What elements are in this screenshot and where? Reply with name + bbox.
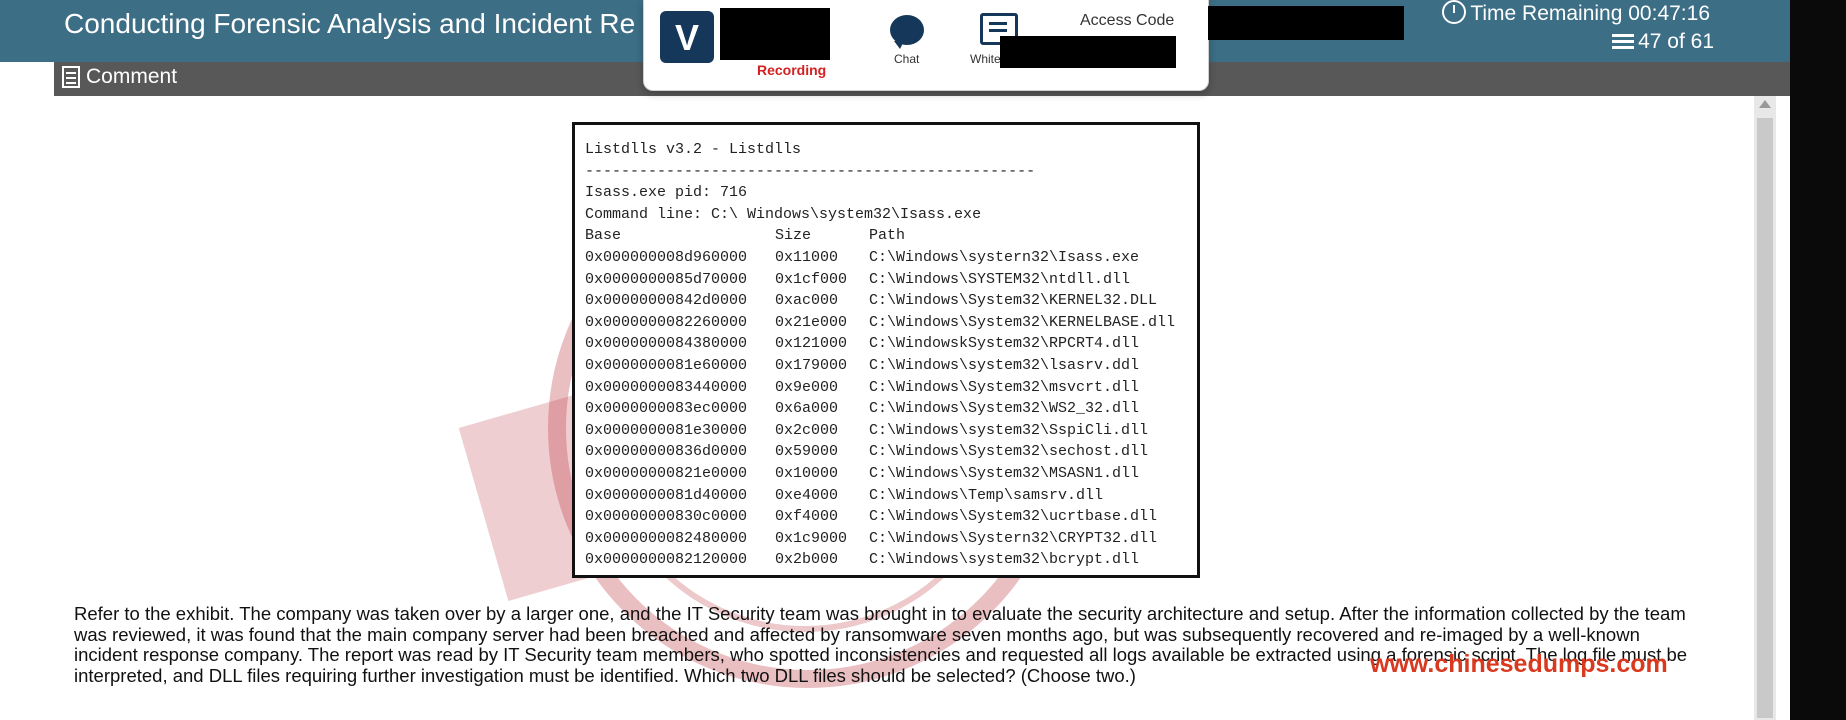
exhibit-command-line: Command line: C:\ Windows\system32\Isass… xyxy=(585,205,982,223)
vertical-scrollbar[interactable] xyxy=(1754,96,1776,720)
chat-icon[interactable] xyxy=(890,15,924,49)
dll-size: 0x2b000 xyxy=(775,551,839,569)
dll-size: 0x1c9000 xyxy=(775,529,848,547)
dll-path: C:\Windows\system32\bcrypt.dll xyxy=(869,551,1140,569)
dll-base: 0x0000000083440000 xyxy=(585,378,748,396)
dll-row: 0x0000000085d70000 0x1cf000 C:\Windows\SYS… xyxy=(585,269,1197,291)
dll-row: 0x000000008d960000 0x11000 C:\Windows\syst… xyxy=(585,247,1197,269)
dll-path: C:\Windows\systern32\Isass.exe xyxy=(869,248,1140,266)
right-black-strip xyxy=(1790,0,1846,720)
dll-row: 0x0000000082120000 0x2b000 C:\Windows\syst… xyxy=(585,549,1197,571)
dll-base: 0x00000000821e0000 xyxy=(585,464,748,482)
dll-base: 0x0000000082260000 xyxy=(585,313,748,331)
dll-path: C:\Windows\Systern32\CRYPT32.dll xyxy=(869,529,1158,547)
dll-path: C:\Windows\system32\lsasrv.ddl xyxy=(869,356,1140,374)
dll-size: 0x11000 xyxy=(775,248,839,266)
time-remaining: Time Remaining 00:47:16 xyxy=(1442,0,1710,26)
dll-path: C:\Windows\SYSTEM32\ntdll.dll xyxy=(869,270,1131,288)
dll-row: 0x00000000836d0000 0x59000 C:\Windows\Syst… xyxy=(585,441,1197,463)
v-logo-icon: V xyxy=(674,17,699,58)
comment-label: Comment xyxy=(86,65,178,88)
dll-size: 0x10000 xyxy=(775,464,839,482)
exhibit-title: Listdlls v3.2 - Listdlls xyxy=(585,141,802,158)
clock-icon xyxy=(1442,0,1467,24)
dll-row: 0x0000000082260000 0x21e000 C:\Windows\Sys… xyxy=(585,312,1197,334)
dll-row: 0x0000000084380000 0x121000 C:\WindowskSys… xyxy=(585,333,1197,355)
dll-base: 0x0000000085d70000 xyxy=(585,270,748,288)
exhibit-separator: ----------------------------------------… xyxy=(585,162,1036,180)
exhibit-column-headers: Base Size Path xyxy=(585,225,1197,247)
exhibit-panel: Listdlls v3.2 - Listdlls ---------------… xyxy=(572,122,1200,578)
exam-title: Conducting Forensic Analysis and Inciden… xyxy=(64,8,636,39)
exhibit-rows: 0x000000008d960000 0x11000 C:\Windows\syst… xyxy=(585,247,1197,571)
dll-base: 0x00000000830c0000 xyxy=(585,508,748,526)
dll-size: 0x6a000 xyxy=(775,400,839,418)
dll-base: 0x0000000082120000 xyxy=(585,551,748,569)
dll-path: C:\Windows\System32\WS2_32.dll xyxy=(869,400,1140,418)
dll-size: 0xe4000 xyxy=(775,486,839,504)
scroll-thumb[interactable] xyxy=(1757,118,1773,718)
dll-path: C:\Windows\system32\SspiCli.dll xyxy=(869,421,1149,439)
question-counter-text: 47 of 61 xyxy=(1638,30,1714,53)
dll-path: C:\Windows\System32\KERNEL32.DLL xyxy=(869,292,1158,310)
redacted-block xyxy=(1000,36,1176,68)
access-code-label: Access Code xyxy=(1080,12,1175,29)
proctor-overlay: V Recording Chat White Access Code xyxy=(643,0,1209,91)
dll-base: 0x0000000083ec0000 xyxy=(585,400,748,418)
whiteboard-label[interactable]: White xyxy=(970,52,1001,66)
dll-path: C:\Windows\System32\sechost.dll xyxy=(869,443,1149,461)
dll-size: 0xf4000 xyxy=(775,508,839,526)
question-counter[interactable]: 47 of 61 xyxy=(1612,30,1714,54)
dll-size: 0x1cf000 xyxy=(775,270,848,288)
list-icon xyxy=(1612,34,1635,50)
dll-base: 0x0000000084380000 xyxy=(585,335,748,353)
dll-row: 0x0000000083440000 0x9e000 C:\Windows\Syst… xyxy=(585,377,1197,399)
column-base: Base xyxy=(585,227,622,245)
dll-base: 0x000000008d960000 xyxy=(585,248,748,266)
dll-row: 0x00000000842d0000 0xac000 C:\Windows\Syst… xyxy=(585,290,1197,312)
dll-size: 0xac000 xyxy=(775,292,839,310)
dll-base: 0x00000000836d0000 xyxy=(585,443,748,461)
dll-size: 0x9e000 xyxy=(775,378,839,396)
dll-size: 0x21e000 xyxy=(775,313,848,331)
chat-label[interactable]: Chat xyxy=(894,52,919,66)
redacted-block xyxy=(720,8,830,60)
redacted-access-code xyxy=(1208,6,1404,40)
dll-row: 0x00000000821e0000 0x10000 C:\Windows\Syst… xyxy=(585,463,1197,485)
dll-path: C:\Windows\System32\MSASN1.dll xyxy=(869,464,1140,482)
dll-row: 0x0000000081d40000 0xe4000 C:\Windows\Temp… xyxy=(585,485,1197,507)
scroll-up-arrow-icon[interactable] xyxy=(1759,100,1771,108)
dll-row: 0x0000000081e30000 0x2c000 C:\Windows\syst… xyxy=(585,420,1197,442)
dll-row: 0x0000000082480000 0x1c9000 C:\Windows\Sys… xyxy=(585,528,1197,550)
recording-label: Recording xyxy=(757,62,827,78)
dll-base: 0x0000000081e60000 xyxy=(585,356,748,374)
dll-path: C:\Windows\System32\ucrtbase.dll xyxy=(869,508,1158,526)
dll-size: 0x121000 xyxy=(775,335,848,353)
dll-row: 0x0000000083ec0000 0x6a000 C:\Windows\Syst… xyxy=(585,398,1197,420)
column-path: Path xyxy=(869,227,906,245)
dll-size: 0x59000 xyxy=(775,443,839,461)
comment-button[interactable]: Comment xyxy=(62,65,177,89)
dll-base: 0x0000000081e30000 xyxy=(585,421,748,439)
left-margin xyxy=(0,62,54,720)
dll-base: 0x0000000082480000 xyxy=(585,529,748,547)
watermark-text: www.chinesedumps.com xyxy=(1370,650,1668,678)
dll-row: 0x0000000081e60000 0x179000 C:\Windows\sys… xyxy=(585,355,1197,377)
dll-path: C:\Windows\System32\msvcrt.dll xyxy=(869,378,1140,396)
dll-base: 0x00000000842d0000 xyxy=(585,292,748,310)
dll-base: 0x0000000081d40000 xyxy=(585,486,748,504)
proctor-logo: V xyxy=(660,11,714,63)
dll-path: C:\WindowskSystem32\RPCRT4.dll xyxy=(869,335,1140,353)
time-remaining-text: Time Remaining 00:47:16 xyxy=(1470,2,1710,25)
dll-path: C:\Windows\Temp\samsrv.dll xyxy=(869,486,1104,504)
comment-icon xyxy=(62,66,80,88)
exhibit-pid-line: Isass.exe pid: 716 xyxy=(585,184,748,202)
dll-row: 0x00000000830c0000 0xf4000 C:\Windows\Syst… xyxy=(585,506,1197,528)
dll-path: C:\Windows\System32\KERNELBASE.dll xyxy=(869,313,1176,331)
dll-size: 0x2c000 xyxy=(775,421,839,439)
dll-size: 0x179000 xyxy=(775,356,848,374)
column-size: Size xyxy=(775,227,812,245)
